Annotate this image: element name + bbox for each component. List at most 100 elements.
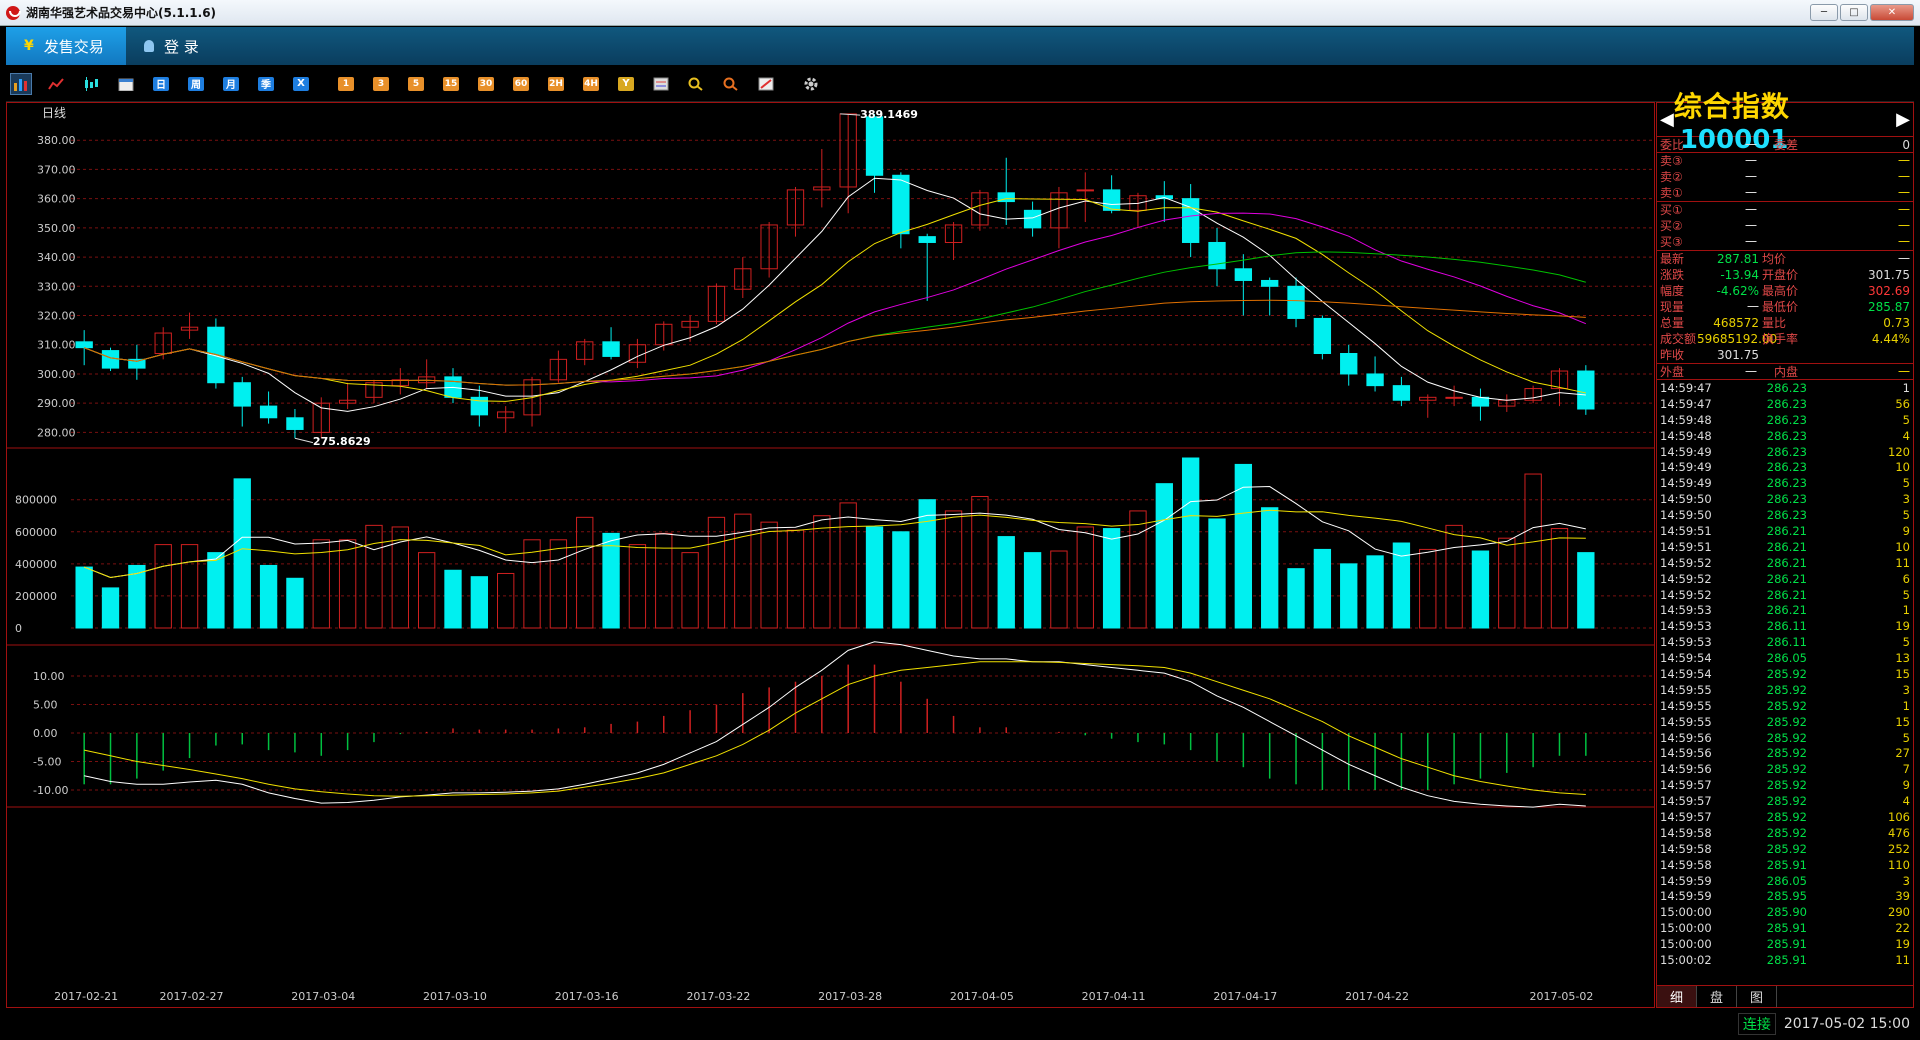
trade-row: 14:59:56 285.92 5: [1657, 730, 1913, 746]
tab-orderbook[interactable]: 盘: [1697, 986, 1737, 1007]
tab-issue-trading-label: 发售交易: [43, 37, 104, 56]
chart-settings-icon[interactable]: [650, 73, 672, 95]
trade-qty: 56: [1895, 396, 1910, 411]
trade-row: 14:59:57 285.92 106: [1657, 809, 1913, 825]
trade-row: 14:59:47 286.23 56: [1657, 396, 1913, 412]
trade-price: 286.21: [1766, 555, 1807, 570]
trade-time: 14:59:47: [1660, 380, 1712, 395]
volume-bar: [997, 536, 1015, 629]
period-month-button[interactable]: 月: [220, 73, 242, 95]
volume-bar: [1181, 457, 1200, 629]
trade-row: 14:59:55 285.92 1: [1657, 698, 1913, 714]
status-bar: 连接 2017-05-02 15:00: [0, 1008, 1920, 1040]
trade-price: 285.91: [1766, 921, 1807, 936]
trade-time: 14:59:49: [1660, 476, 1712, 491]
stat-value: 一: [1897, 252, 1910, 266]
title-bar: 湖南华强艺术品交易中心(5.1.1.6) ─ □ ✕: [0, 0, 1920, 26]
trade-qty: 4: [1902, 794, 1910, 809]
stat-row: 成交额 59685192.00 换手率 4.44%: [1657, 331, 1913, 347]
period-4h-button[interactable]: 4H: [580, 73, 602, 95]
period-3min-button[interactable]: 3: [370, 73, 392, 95]
volume-bar: [971, 495, 989, 629]
stat-row: 昨收 301.75: [1657, 347, 1913, 363]
candle-body: [233, 382, 251, 407]
ma10-line: [83, 198, 1586, 402]
trade-time: 14:59:58: [1660, 841, 1712, 856]
volume-bar: [497, 572, 515, 629]
maximize-button[interactable]: □: [1840, 4, 1868, 21]
trade-price: 285.92: [1766, 825, 1807, 840]
candlestick-icon[interactable]: [80, 73, 102, 95]
period-60min-button[interactable]: 60: [510, 73, 532, 95]
volume-bar: [576, 516, 594, 629]
macd-axis-label: 5.00: [33, 699, 58, 712]
trade-row: 15:00:00 285.91 19: [1657, 936, 1913, 952]
close-button[interactable]: ✕: [1870, 4, 1914, 21]
period-quarter-button[interactable]: 季: [255, 73, 277, 95]
volume-axis-label: 0: [15, 622, 22, 635]
stat-value: 301.75: [1717, 348, 1759, 362]
gear-icon[interactable]: [800, 73, 822, 95]
zoom-in-icon[interactable]: [685, 73, 707, 95]
period-15min-button[interactable]: 15: [440, 73, 462, 95]
trade-price: 285.92: [1766, 841, 1807, 856]
tab-login[interactable]: 登 录: [126, 27, 217, 65]
zoom-out-icon[interactable]: [720, 73, 742, 95]
trade-qty: 19: [1895, 937, 1910, 952]
period-day-button[interactable]: 日: [150, 73, 172, 95]
trade-price: 286.23: [1766, 444, 1807, 459]
main-nav: ¥ 发售交易 登 录: [6, 27, 1914, 65]
volume-bar: [1076, 526, 1094, 629]
trade-price: 286.21: [1766, 603, 1807, 618]
candle-body: [1023, 209, 1042, 229]
tab-detail[interactable]: 细: [1657, 986, 1697, 1007]
period-year-button[interactable]: Y: [615, 73, 637, 95]
bar-chart-icon[interactable]: [10, 72, 32, 95]
trade-qty: 106: [1888, 810, 1910, 824]
draw-line-icon[interactable]: [755, 73, 777, 95]
trade-row: 14:59:53 286.11 5: [1657, 634, 1913, 650]
minimize-button[interactable]: ─: [1810, 4, 1838, 21]
app-logo-icon: [6, 5, 21, 20]
trade-row: 14:59:58 285.91 110: [1657, 857, 1913, 873]
kline-chart[interactable]: 380.00 370.00 360.00 350.00 340.00 330.00 320.…: [6, 102, 1655, 1008]
trade-time: 14:59:56: [1660, 746, 1712, 761]
chart-canvas[interactable]: 380.00 370.00 360.00 350.00 340.00 330.00 320.…: [7, 103, 1654, 1007]
period-2h-button[interactable]: 2H: [545, 73, 567, 95]
stat-value: 59685192.00: [1697, 332, 1778, 346]
prev-arrow-icon[interactable]: ◀: [1660, 109, 1674, 130]
trade-qty: 6: [1902, 571, 1910, 586]
period-5min-button[interactable]: 5: [405, 73, 427, 95]
trade-row: 14:59:52 286.21 6: [1657, 571, 1913, 587]
outer-inner-row: 外盘 一 内盘 一: [1657, 364, 1913, 380]
period-30min-button[interactable]: 30: [475, 73, 497, 95]
trade-qty: 3: [1902, 873, 1910, 888]
trade-time: 14:59:57: [1660, 794, 1712, 809]
stat-value: 4.44%: [1871, 332, 1910, 346]
period-week-button[interactable]: 周: [185, 73, 207, 95]
period-x-button[interactable]: X: [290, 73, 312, 95]
trade-qty: 7: [1902, 762, 1910, 777]
period-1min-button[interactable]: 1: [335, 73, 357, 95]
quote-header: ◀ 综合指数100001 ▶: [1657, 90, 1913, 155]
trade-time: 15:00:00: [1660, 937, 1712, 952]
tab-chart[interactable]: 图: [1737, 986, 1777, 1007]
next-arrow-icon[interactable]: ▶: [1896, 109, 1910, 130]
trade-price: 285.92: [1766, 746, 1807, 761]
trade-qty: 5: [1902, 412, 1910, 427]
high-pointer: [840, 113, 861, 116]
trade-time: 14:59:58: [1660, 857, 1712, 872]
date-axis-label: 2017-03-16: [555, 990, 619, 1003]
trade-time: 14:59:50: [1660, 492, 1712, 507]
trade-time: 14:59:55: [1660, 714, 1712, 729]
tab-issue-trading[interactable]: ¥ 发售交易: [6, 27, 126, 65]
trade-time: 14:59:53: [1660, 619, 1712, 634]
trade-price: 286.23: [1766, 396, 1807, 411]
tab-login-label: 登 录: [164, 37, 199, 56]
trade-qty: 13: [1895, 651, 1910, 666]
calendar-icon[interactable]: [115, 73, 137, 95]
sell-orders: 卖③ 一一 卖② 一一 卖① 一一: [1657, 153, 1913, 202]
volume-bar: [1340, 563, 1358, 629]
line-chart-icon[interactable]: [45, 73, 67, 95]
candle-body: [1577, 370, 1595, 410]
